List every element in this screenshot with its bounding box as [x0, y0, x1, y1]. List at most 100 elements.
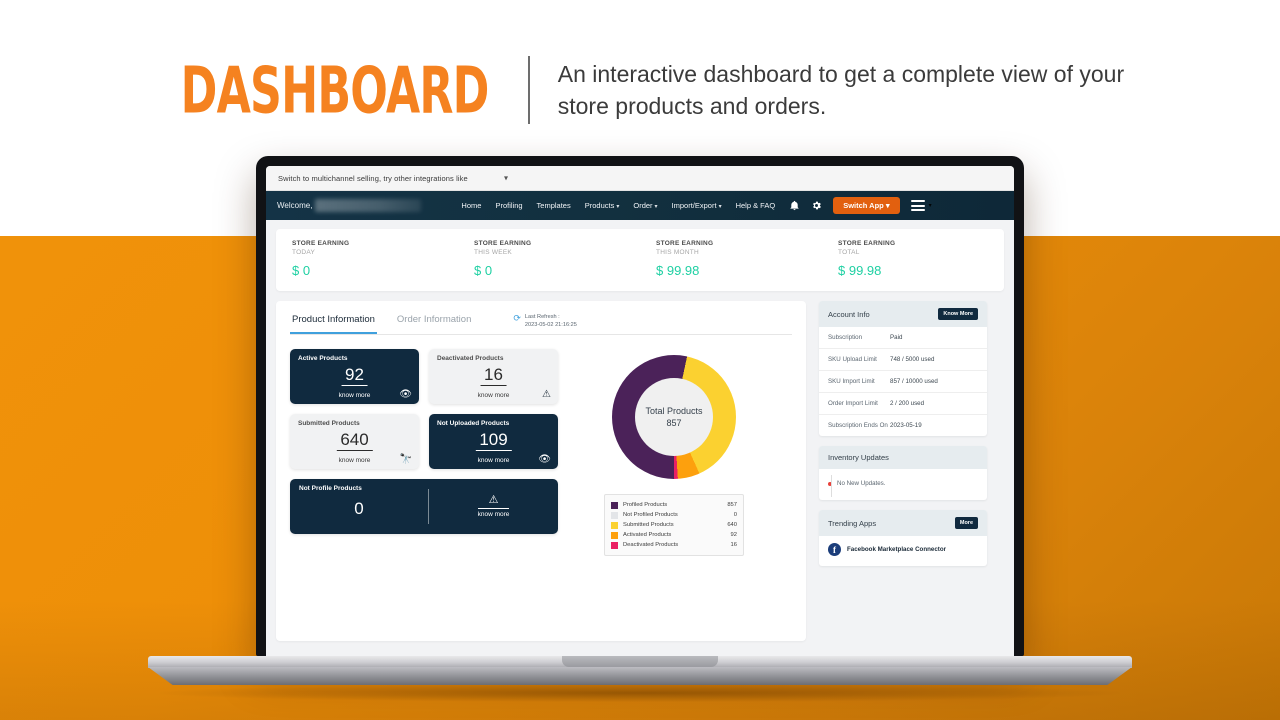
- chart-title: Total Products: [645, 406, 703, 416]
- stat-card-deactivated-products[interactable]: Deactivated Products 16 know more ⚠: [429, 349, 558, 404]
- legend-swatch: [611, 521, 618, 529]
- legend-item: Activated Products 92: [611, 530, 737, 540]
- stat-value: 640: [336, 431, 373, 451]
- nav-item-products[interactable]: Products ▾: [585, 201, 620, 210]
- trending-apps-header: Trending Apps More: [819, 510, 987, 536]
- row-value: 2 / 200 used: [890, 400, 925, 407]
- more-button[interactable]: More: [954, 517, 978, 529]
- inventory-updates-header: Inventory Updates: [819, 446, 987, 469]
- nav-links: Home Profiling Templates Products ▾ Order…: [461, 201, 775, 210]
- know-more-link[interactable]: know more: [478, 392, 510, 399]
- gear-icon[interactable]: [811, 200, 822, 211]
- earning-period: TODAY: [292, 249, 316, 256]
- table-row: Subscription Ends On 2023-05-19: [819, 415, 987, 436]
- stat-card-not-profile-products[interactable]: Not Profile Products 0 ⚠ know more: [290, 479, 558, 534]
- earning-total: STORE EARNING TOTAL $ 99.98: [822, 240, 1004, 278]
- account-info-header: Account Info Know More: [819, 301, 987, 327]
- stat-title: Active Products: [298, 355, 348, 362]
- eye-icon[interactable]: 👁: [399, 389, 412, 400]
- know-more-button[interactable]: Know More: [938, 308, 978, 320]
- refresh-timestamp: 2023-05-02 21:16:25: [524, 322, 577, 328]
- earning-label: STORE EARNING: [656, 240, 714, 247]
- know-more-link[interactable]: know more: [478, 457, 510, 464]
- inventory-updates-body: No New Updates.: [819, 469, 987, 500]
- nav-label: Help & FAQ: [735, 201, 776, 210]
- switch-app-button[interactable]: Switch App ▾: [833, 197, 900, 214]
- app-window: Switch to multichannel selling, try othe…: [266, 166, 1014, 656]
- page-header: DASHBOARD An interactive dashboard to ge…: [0, 40, 1280, 140]
- laptop-notch: [562, 656, 718, 667]
- products-chart-column: Total Products 857 Profiled Products 857 N…: [574, 349, 774, 556]
- row-key: Subscription: [828, 334, 863, 341]
- nav-item-home[interactable]: Home: [461, 201, 481, 210]
- know-more-link[interactable]: know more: [339, 392, 371, 399]
- page-subtitle: An interactive dashboard to get a comple…: [557, 61, 1125, 119]
- legend-label: Not Profiled Products: [623, 512, 678, 518]
- header-divider: [527, 56, 530, 124]
- legend-label: Deactivated Products: [623, 542, 679, 548]
- stat-value: 109: [475, 431, 512, 451]
- legend-swatch: [611, 541, 618, 549]
- laptop-screen: Switch to multichannel selling, try othe…: [256, 156, 1024, 656]
- legend-value: 857: [727, 502, 737, 508]
- warning-icon[interactable]: ⚠: [542, 389, 551, 400]
- inventory-updates-card: Inventory Updates No New Updates.: [819, 446, 987, 500]
- nav-label: Profiling: [495, 201, 523, 210]
- tab-order-information[interactable]: Order Information: [395, 311, 473, 332]
- timeline-line: [831, 475, 832, 497]
- app-name: Facebook Marketplace Connector: [847, 546, 947, 553]
- nav-item-import-export[interactable]: Import/Export ▾: [672, 201, 722, 210]
- earning-label: STORE EARNING: [292, 240, 350, 247]
- stat-card-submitted-products[interactable]: Submitted Products 640 know more 🔭: [290, 414, 419, 469]
- card-title: Inventory Updates: [828, 453, 889, 462]
- nav-item-help-faq[interactable]: Help & FAQ: [736, 201, 776, 210]
- legend-item: Submitted Products 640: [611, 520, 737, 530]
- table-row: Subscription Paid: [819, 327, 987, 349]
- row-key: Subscription Ends On: [828, 422, 888, 429]
- stat-wide-right[interactable]: ⚠ know more: [429, 479, 558, 534]
- binoculars-icon[interactable]: 🔭: [400, 454, 412, 465]
- row-key: SKU Upload Limit: [828, 356, 877, 363]
- earning-value: $ 99.98: [838, 263, 882, 278]
- earning-value: $ 0: [292, 263, 311, 278]
- bell-icon[interactable]: [789, 200, 800, 211]
- stat-card-active-products[interactable]: Active Products 92 know more 👁: [290, 349, 419, 404]
- legend-label: Profiled Products: [623, 502, 668, 508]
- chevron-down-icon[interactable]: ▾: [504, 174, 508, 183]
- eye-icon[interactable]: 👁: [538, 454, 551, 465]
- earning-today: STORE EARNING TODAY $ 0: [276, 240, 458, 278]
- know-more-link[interactable]: know more: [339, 457, 371, 464]
- legend-value: 16: [730, 542, 737, 548]
- refresh-icon[interactable]: ⟳: [513, 313, 521, 323]
- row-value: 2023-05-19: [890, 422, 922, 429]
- donut-center: Total Products 857: [635, 378, 713, 456]
- stat-value: 0: [354, 499, 364, 518]
- table-row: SKU Upload Limit 748 / 5000 used: [819, 349, 987, 371]
- right-sidebar: Account Info Know More Subscription Paid…: [819, 301, 987, 566]
- promo-bar[interactable]: Switch to multichannel selling, try othe…: [266, 166, 1014, 191]
- stat-card-not-uploaded-products[interactable]: Not Uploaded Products 109 know more 👁: [429, 414, 558, 469]
- nav-label: Order: [633, 201, 653, 210]
- legend-swatch: [611, 511, 618, 519]
- nav-item-order[interactable]: Order ▾: [633, 201, 657, 210]
- chevron-down-icon: ▾: [718, 204, 722, 210]
- last-refresh[interactable]: ⟳ Last Refresh : 2023-05-02 21:16:25: [513, 311, 577, 329]
- earning-this-week: STORE EARNING THIS WEEK $ 0: [458, 240, 640, 278]
- legend-value: 640: [727, 522, 737, 528]
- legend-swatch: [611, 531, 618, 539]
- hamburger-menu-icon[interactable]: ▾: [910, 200, 932, 211]
- list-item[interactable]: f Facebook Marketplace Connector: [819, 536, 987, 566]
- warning-icon: ⚠: [488, 494, 499, 506]
- account-info-card: Account Info Know More Subscription Paid…: [819, 301, 987, 436]
- nav-item-profiling[interactable]: Profiling: [495, 201, 522, 210]
- nav-item-templates[interactable]: Templates: [537, 201, 571, 210]
- legend-item: Profiled Products 857: [611, 500, 737, 510]
- tab-product-information[interactable]: Product Information: [290, 311, 377, 334]
- know-more-link[interactable]: know more: [477, 508, 510, 518]
- welcome-label: Welcome,: [277, 201, 313, 210]
- card-title: Trending Apps: [828, 518, 877, 528]
- laptop-bezel: Switch to multichannel selling, try othe…: [266, 166, 1014, 656]
- chart-legend: Profiled Products 857 Not Profiled Product…: [604, 494, 744, 556]
- laptop-shadow: [160, 684, 1120, 702]
- username-redacted: [315, 199, 422, 212]
